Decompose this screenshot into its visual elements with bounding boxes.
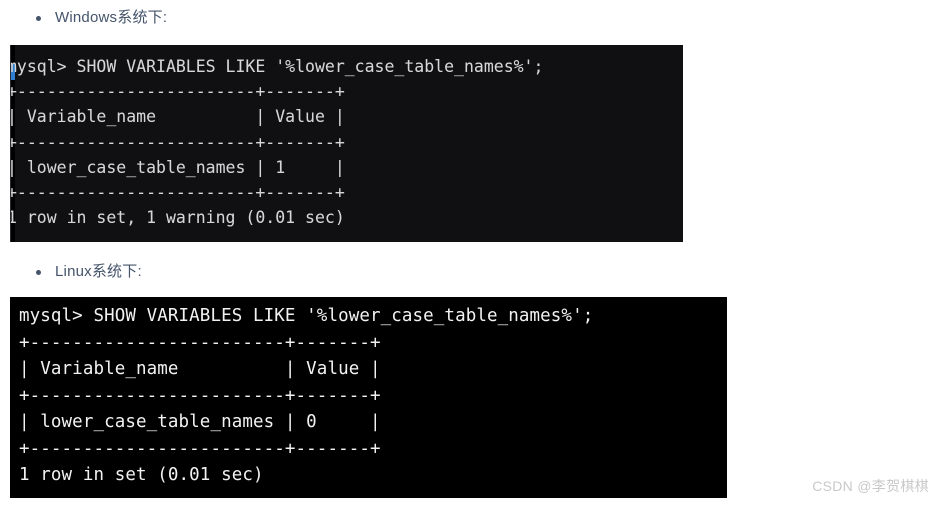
bullet-item-linux-label: Linux系统下: — [55, 263, 142, 280]
terminal-output-linux: mysql> SHOW VARIABLES LIKE '%lower_case_… — [10, 297, 727, 498]
terminal-output-windows-text: mysql> SHOW VARIABLES LIKE '%lower_case_… — [10, 57, 544, 228]
csdn-watermark: CSDN @李贺棋棋 — [812, 478, 929, 494]
bullet-item-windows-label: Windows系统下: — [55, 9, 168, 26]
terminal-output-linux-text: mysql> SHOW VARIABLES LIKE '%lower_case_… — [19, 306, 594, 485]
bullet-dot-icon — [36, 269, 41, 275]
bullet-item-linux: Linux系统下: — [36, 262, 142, 282]
bullet-dot-icon — [36, 15, 41, 21]
bullet-item-windows: Windows系统下: — [36, 8, 167, 28]
terminal-output-windows: mysql> SHOW VARIABLES LIKE '%lower_case_… — [10, 45, 683, 242]
